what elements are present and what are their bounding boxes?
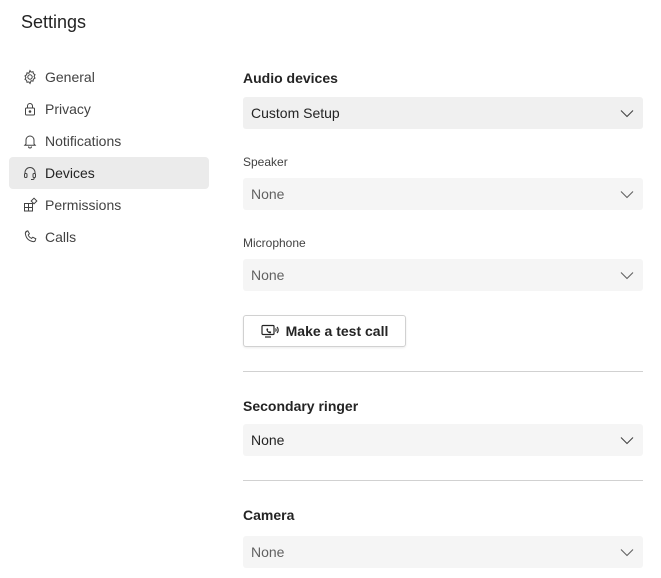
camera-value: None: [251, 544, 285, 560]
sidebar-item-label: Privacy: [45, 101, 91, 117]
camera-dropdown[interactable]: None: [243, 536, 643, 568]
sidebar-item-general[interactable]: General: [9, 61, 209, 93]
section-divider: [243, 480, 643, 481]
section-divider: [243, 371, 643, 372]
microphone-label: Microphone: [243, 236, 306, 250]
apps-icon: [21, 196, 39, 214]
sidebar-item-permissions[interactable]: Permissions: [9, 189, 209, 221]
chevron-down-icon: [619, 267, 635, 283]
settings-sidebar: General Privacy Notifications Devices Pe…: [9, 61, 209, 253]
call-device-icon: [261, 323, 279, 339]
sidebar-item-label: Devices: [45, 165, 95, 181]
secondary-ringer-value: None: [251, 432, 285, 448]
bell-icon: [21, 132, 39, 150]
speaker-value: None: [251, 186, 285, 202]
page-title: Settings: [21, 12, 87, 32]
sidebar-item-label: General: [45, 69, 95, 85]
chevron-down-icon: [619, 105, 635, 121]
microphone-value: None: [251, 267, 285, 283]
secondary-ringer-heading: Secondary ringer: [243, 398, 359, 414]
speaker-label: Speaker: [243, 155, 288, 169]
sidebar-item-privacy[interactable]: Privacy: [9, 93, 209, 125]
sidebar-item-label: Calls: [45, 229, 77, 245]
audio-setup-value: Custom Setup: [251, 105, 340, 121]
chevron-down-icon: [619, 432, 635, 448]
audio-devices-heading: Audio devices: [243, 70, 338, 86]
make-test-call-label: Make a test call: [285, 323, 389, 339]
sidebar-item-devices[interactable]: Devices: [9, 157, 209, 189]
camera-heading: Camera: [243, 507, 295, 523]
microphone-dropdown[interactable]: None: [243, 259, 643, 291]
gear-icon: [21, 68, 39, 86]
sidebar-item-label: Notifications: [45, 133, 122, 149]
chevron-down-icon: [619, 186, 635, 202]
secondary-ringer-dropdown[interactable]: None: [243, 424, 643, 456]
lock-icon: [21, 100, 39, 118]
headset-icon: [21, 164, 39, 182]
phone-icon: [21, 228, 39, 246]
sidebar-item-calls[interactable]: Calls: [9, 221, 209, 253]
make-test-call-button[interactable]: Make a test call: [243, 315, 406, 347]
chevron-down-icon: [619, 544, 635, 560]
speaker-dropdown[interactable]: None: [243, 178, 643, 210]
audio-setup-dropdown[interactable]: Custom Setup: [243, 97, 643, 129]
sidebar-item-label: Permissions: [45, 197, 122, 213]
sidebar-item-notifications[interactable]: Notifications: [9, 125, 209, 157]
